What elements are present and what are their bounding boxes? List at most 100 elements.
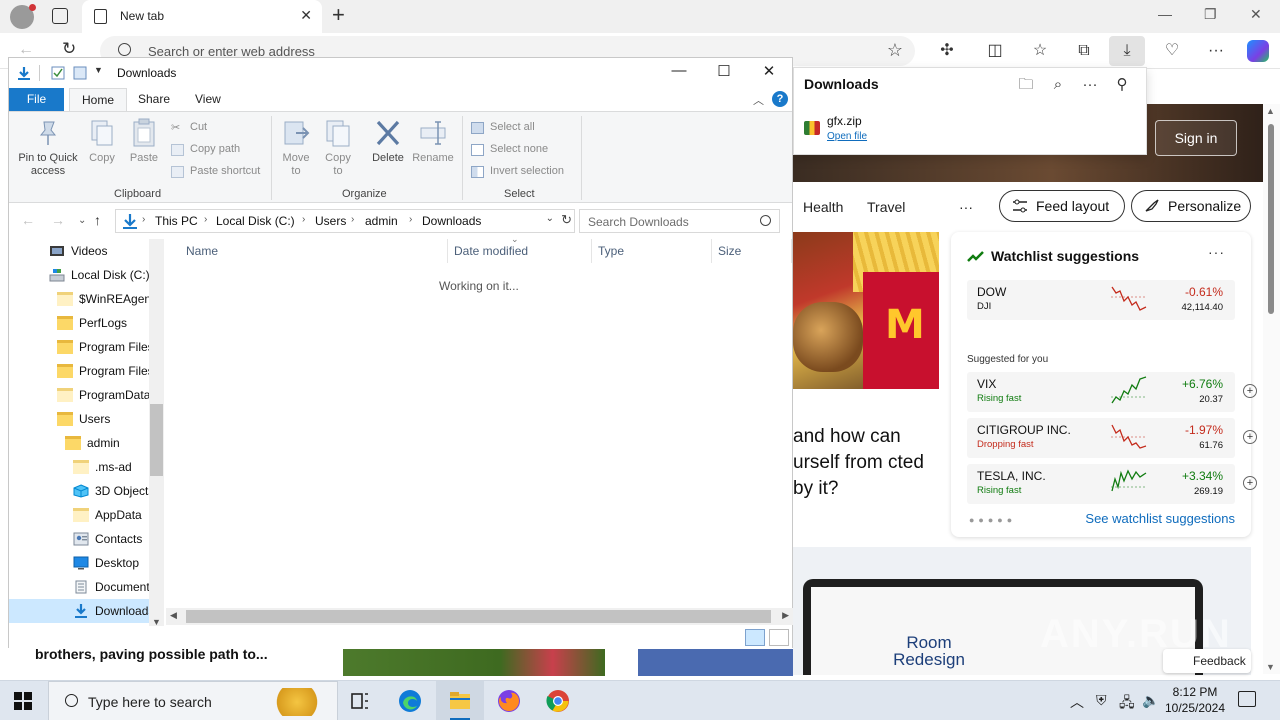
network-icon[interactable]: 🖧 bbox=[1119, 692, 1135, 716]
recent-locations-icon[interactable]: ⌄ bbox=[78, 215, 86, 226]
pin-to-quick-access-button[interactable]: Pin to Quick access bbox=[15, 118, 81, 178]
move-to-button[interactable]: Move to bbox=[279, 118, 313, 178]
personalize-button[interactable]: Personalize bbox=[1131, 190, 1251, 222]
tab-home[interactable]: Home bbox=[69, 88, 128, 112]
refresh-icon[interactable]: ↻ bbox=[561, 212, 572, 228]
download-file-name[interactable]: gfx.zip bbox=[827, 114, 862, 128]
tree-item-program-files[interactable]: Program Files bbox=[57, 335, 164, 359]
show-hidden-icons-icon[interactable]: ︿ bbox=[1070, 692, 1084, 712]
column-size[interactable]: Size bbox=[712, 239, 792, 263]
news-image[interactable]: M bbox=[793, 232, 939, 389]
path-breadcrumb[interactable]: › This PC › Local Disk (C:) › Users › ad… bbox=[115, 209, 575, 233]
tab-file[interactable]: File bbox=[9, 88, 64, 112]
search-downloads-icon[interactable]: ⌕ bbox=[1048, 76, 1068, 93]
column-name[interactable]: Name bbox=[180, 239, 448, 263]
more-icon[interactable]: ··· bbox=[1205, 40, 1227, 62]
taskbar-search-box[interactable]: Type here to search bbox=[48, 681, 338, 720]
open-file-link[interactable]: Open file bbox=[827, 131, 867, 142]
maximize-icon[interactable]: ☐ bbox=[714, 62, 734, 80]
firefox-icon[interactable] bbox=[485, 681, 533, 720]
rename-button[interactable]: Rename bbox=[411, 118, 455, 165]
tree-item-videos[interactable]: Videos bbox=[49, 239, 164, 263]
horizontal-scrollbar[interactable]: ◀ ▶ bbox=[166, 608, 793, 625]
tree-item-perflogs[interactable]: PerfLogs bbox=[57, 311, 164, 335]
help-icon[interactable]: ? bbox=[772, 91, 788, 107]
see-watchlist-link[interactable]: See watchlist suggestions bbox=[1085, 511, 1235, 526]
stock-row-tesla[interactable]: TESLA, INC. Rising fast +3.34% 269.19 + bbox=[967, 464, 1257, 504]
news-thumbnail[interactable] bbox=[638, 649, 793, 676]
paste-button[interactable]: Paste bbox=[127, 118, 161, 165]
details-view-icon[interactable] bbox=[745, 629, 765, 646]
extensions-icon[interactable]: ✣ bbox=[936, 40, 958, 62]
copy-button[interactable]: Copy bbox=[85, 118, 119, 165]
invert-selection-button[interactable]: Invert selection bbox=[471, 165, 564, 178]
sign-in-button[interactable]: Sign in bbox=[1155, 120, 1237, 156]
copilot-icon[interactable] bbox=[1247, 40, 1269, 62]
collections-icon[interactable]: ⧉ bbox=[1073, 40, 1095, 62]
file-explorer-icon[interactable] bbox=[436, 681, 484, 720]
customize-qat-icon[interactable]: ▼ bbox=[94, 65, 103, 75]
scroll-left-icon[interactable]: ◀ bbox=[170, 610, 177, 621]
breadcrumb-local-disk[interactable]: Local Disk (C:) bbox=[216, 214, 295, 228]
nav-more-icon[interactable]: ··· bbox=[959, 199, 973, 215]
stock-row-citigroup[interactable]: CITIGROUP INC. Dropping fast -1.97% 61.7… bbox=[967, 418, 1257, 458]
select-none-button[interactable]: Select none bbox=[471, 143, 548, 156]
favorites-star-icon[interactable]: ☆ bbox=[887, 40, 903, 61]
edge-icon[interactable] bbox=[386, 681, 434, 720]
feedback-button[interactable]: Feedback bbox=[1163, 649, 1251, 673]
column-type[interactable]: Type bbox=[592, 239, 712, 263]
tree-item-local-disk[interactable]: Local Disk (C:) bbox=[49, 263, 164, 287]
tree-item-downloads[interactable]: Downloads bbox=[9, 599, 149, 623]
restore-icon[interactable]: ❐ bbox=[1204, 6, 1217, 23]
tree-item-users[interactable]: Users bbox=[57, 407, 164, 431]
navigation-scrollbar[interactable]: ▼ bbox=[149, 239, 164, 627]
news-headline-bottom[interactable]: brothers, paving possible path to... bbox=[35, 646, 268, 662]
up-icon[interactable]: ↑ bbox=[94, 212, 101, 228]
notifications-icon[interactable] bbox=[1238, 691, 1256, 707]
nav-health[interactable]: Health bbox=[803, 199, 843, 215]
properties-icon[interactable] bbox=[51, 66, 65, 80]
forward-icon[interactable]: → bbox=[51, 212, 65, 228]
watchlist-more-icon[interactable]: ··· bbox=[1208, 244, 1225, 260]
minimize-icon[interactable]: — bbox=[1158, 6, 1172, 22]
breadcrumb-downloads[interactable]: Downloads bbox=[422, 214, 481, 228]
paste-shortcut-button[interactable]: Paste shortcut bbox=[171, 165, 260, 178]
add-to-watchlist-icon[interactable]: + bbox=[1243, 430, 1257, 444]
tree-item-winreagent[interactable]: $WinREAgent bbox=[57, 287, 164, 311]
carousel-dots[interactable]: ●●●●● bbox=[969, 515, 1016, 525]
minimize-icon[interactable]: — bbox=[669, 62, 689, 79]
breadcrumb-admin[interactable]: admin bbox=[365, 214, 398, 228]
nav-travel[interactable]: Travel bbox=[867, 199, 905, 215]
windows-start-icon[interactable] bbox=[14, 692, 32, 710]
profile-icon[interactable] bbox=[10, 4, 36, 29]
back-icon[interactable]: ← bbox=[21, 212, 35, 228]
browser-essentials-icon[interactable]: ♡ bbox=[1161, 40, 1183, 62]
collapse-ribbon-icon[interactable]: ︿ bbox=[753, 92, 764, 108]
new-folder-icon[interactable] bbox=[73, 66, 87, 80]
more-options-icon[interactable]: ··· bbox=[1080, 76, 1100, 93]
close-tab-icon[interactable]: ✕ bbox=[300, 7, 312, 24]
stock-row-dow[interactable]: DOW DJI -0.61% 42,114.40 bbox=[967, 280, 1235, 320]
feed-layout-button[interactable]: Feed layout bbox=[999, 190, 1125, 222]
downloads-icon[interactable]: ⤓ bbox=[1109, 36, 1145, 66]
close-icon[interactable]: ✕ bbox=[759, 62, 779, 80]
scroll-up-icon[interactable]: ▲ bbox=[1266, 106, 1275, 116]
delete-button[interactable]: Delete bbox=[369, 118, 407, 165]
clock[interactable]: 8:12 PM 10/25/2024 bbox=[1160, 684, 1230, 716]
split-screen-icon[interactable]: ◫ bbox=[984, 40, 1006, 62]
copy-path-button[interactable]: Copy path bbox=[171, 143, 240, 156]
pin-icon[interactable]: ⚲ bbox=[1112, 75, 1132, 93]
browser-tab[interactable]: New tab ✕ bbox=[82, 0, 322, 33]
tab-view[interactable]: View bbox=[183, 88, 233, 112]
large-icons-view-icon[interactable] bbox=[769, 629, 789, 646]
scroll-down-icon[interactable]: ▼ bbox=[1266, 662, 1275, 672]
breadcrumb-this-pc[interactable]: This PC bbox=[155, 214, 198, 228]
tree-item-program-files-x86[interactable]: Program Files (x86) bbox=[57, 359, 164, 383]
volume-icon[interactable]: 🔈 bbox=[1142, 692, 1159, 709]
new-tab-icon[interactable]: + bbox=[332, 4, 345, 26]
task-view-icon[interactable] bbox=[336, 681, 384, 720]
select-all-button[interactable]: Select all bbox=[471, 121, 535, 134]
tab-actions-icon[interactable] bbox=[52, 8, 68, 24]
security-icon[interactable]: ⛨ bbox=[1096, 692, 1107, 709]
stock-row-vix[interactable]: VIX Rising fast +6.76% 20.37 + bbox=[967, 372, 1257, 412]
